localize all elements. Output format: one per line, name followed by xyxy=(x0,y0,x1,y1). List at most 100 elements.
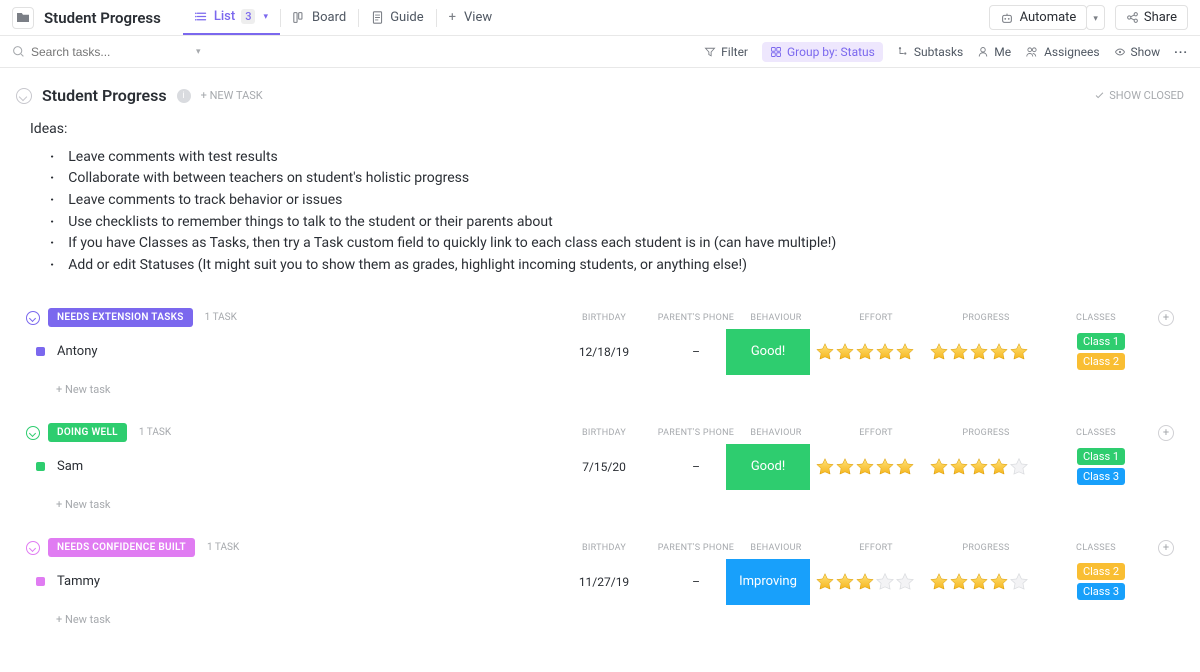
status-square[interactable] xyxy=(36,577,45,586)
person-icon xyxy=(977,46,989,58)
effort-cell[interactable] xyxy=(810,444,920,490)
ideas-item: Leave comments with test results xyxy=(50,147,1184,169)
show-button[interactable]: Show xyxy=(1114,45,1161,59)
assignees-button[interactable]: Assignees xyxy=(1025,45,1099,59)
star-empty-icon xyxy=(875,572,895,592)
tab-board-label: Board xyxy=(312,10,346,25)
automate-button[interactable]: Automate xyxy=(989,5,1088,30)
star-full-icon xyxy=(989,572,1009,592)
collapse-group[interactable] xyxy=(26,541,40,555)
birthday-cell: 12/18/19 xyxy=(564,329,644,375)
star-full-icon xyxy=(969,572,989,592)
class-chip[interactable]: Class 2 xyxy=(1077,353,1125,370)
collapse-list[interactable] xyxy=(16,88,32,104)
filter-button[interactable]: Filter xyxy=(704,45,748,59)
class-chip[interactable]: Class 3 xyxy=(1077,583,1125,600)
task-count: 1 TASK xyxy=(139,427,171,438)
task-name: Sam xyxy=(57,459,83,474)
add-column[interactable]: + xyxy=(1158,310,1174,326)
status-square[interactable] xyxy=(36,347,45,356)
share-button[interactable]: Share xyxy=(1115,5,1188,30)
tab-list-count: 3 xyxy=(241,9,255,24)
ideas-heading: Ideas: xyxy=(30,119,1184,141)
chevron-down-icon[interactable]: ▾ xyxy=(196,47,201,57)
phone-cell: – xyxy=(656,444,736,490)
behaviour-cell[interactable]: Good! xyxy=(726,329,810,375)
star-full-icon xyxy=(969,457,989,477)
new-task-row[interactable]: + New task xyxy=(16,605,1184,626)
search-input[interactable] xyxy=(31,45,141,59)
classes-cell[interactable]: Class 1 Class 2 xyxy=(1046,329,1156,375)
progress-cell[interactable] xyxy=(924,329,1034,375)
star-full-icon xyxy=(835,342,855,362)
tab-board[interactable]: Board xyxy=(281,0,358,35)
status-group: NEEDS CONFIDENCE BUILT 1 TASK BIRTHDAY P… xyxy=(16,537,1184,626)
ideas-item: Add or edit Statuses (It might suit you … xyxy=(50,255,1184,277)
ideas-item: If you have Classes as Tasks, then try a… xyxy=(50,233,1184,255)
birthday-cell: 7/15/20 xyxy=(564,444,644,490)
effort-cell[interactable] xyxy=(810,559,920,605)
tab-list-label: List xyxy=(214,9,235,24)
class-chip[interactable]: Class 1 xyxy=(1077,448,1125,465)
top-bar: Student Progress List 3 ▾ Board Guide + … xyxy=(0,0,1200,36)
class-chip[interactable]: Class 3 xyxy=(1077,468,1125,485)
add-column[interactable]: + xyxy=(1158,540,1174,556)
show-closed[interactable]: SHOW CLOSED xyxy=(1094,89,1184,102)
classes-cell[interactable]: Class 2 Class 3 xyxy=(1046,559,1156,605)
more-button[interactable]: ··· xyxy=(1174,45,1188,59)
page-title: Student Progress xyxy=(44,9,161,27)
collapse-group[interactable] xyxy=(26,426,40,440)
star-full-icon xyxy=(949,572,969,592)
star-full-icon xyxy=(875,342,895,362)
star-full-icon xyxy=(895,342,915,362)
progress-cell[interactable] xyxy=(924,559,1034,605)
collapse-group[interactable] xyxy=(26,311,40,325)
phone-cell: – xyxy=(656,329,736,375)
star-full-icon xyxy=(949,457,969,477)
automate-menu[interactable]: ▾ xyxy=(1086,5,1105,30)
task-row[interactable]: Sam 7/15/20 – Good! Class 1 Class 3 xyxy=(16,444,1184,490)
chevron-down-icon: ▾ xyxy=(263,12,268,22)
task-row[interactable]: Antony 12/18/19 – Good! Class 1Class 2 xyxy=(16,329,1184,375)
class-chip[interactable]: Class 2 xyxy=(1077,563,1125,580)
add-column[interactable]: + xyxy=(1158,425,1174,441)
behaviour-cell[interactable]: Improving xyxy=(726,559,810,605)
info-icon[interactable]: i xyxy=(177,89,191,103)
status-square[interactable] xyxy=(36,462,45,471)
star-empty-icon xyxy=(1009,572,1029,592)
tab-view-add[interactable]: + View xyxy=(437,0,505,35)
new-task-row[interactable]: + New task xyxy=(16,490,1184,511)
behaviour-cell[interactable]: Good! xyxy=(726,444,810,490)
status-pill[interactable]: DOING WELL xyxy=(48,423,127,442)
classes-cell[interactable]: Class 1 Class 3 xyxy=(1046,444,1156,490)
task-row[interactable]: Tammy 11/27/19 – Improving Class 2Class … xyxy=(16,559,1184,605)
star-full-icon xyxy=(989,457,1009,477)
new-task-row[interactable]: + New task xyxy=(16,375,1184,396)
tab-guide-label: Guide xyxy=(390,10,423,25)
tab-guide[interactable]: Guide xyxy=(359,0,435,35)
group-icon xyxy=(770,46,782,58)
star-full-icon xyxy=(895,457,915,477)
star-full-icon xyxy=(929,572,949,592)
status-group: DOING WELL 1 TASK BIRTHDAY PARENT'S PHON… xyxy=(16,422,1184,511)
subtasks-icon xyxy=(897,46,909,58)
star-full-icon xyxy=(969,342,989,362)
ideas-item: Collaborate with between teachers on stu… xyxy=(50,168,1184,190)
progress-cell[interactable] xyxy=(924,444,1034,490)
subtasks-button[interactable]: Subtasks xyxy=(897,45,963,59)
class-chip[interactable]: Class 1 xyxy=(1077,333,1125,350)
star-empty-icon xyxy=(895,572,915,592)
star-full-icon xyxy=(815,572,835,592)
star-full-icon xyxy=(989,342,1009,362)
star-full-icon xyxy=(815,342,835,362)
status-pill[interactable]: NEEDS CONFIDENCE BUILT xyxy=(48,538,195,557)
task-name: Tammy xyxy=(57,574,100,589)
folder-icon[interactable] xyxy=(12,7,34,29)
groupby-button[interactable]: Group by: Status xyxy=(762,42,883,62)
birthday-cell: 11/27/19 xyxy=(564,559,644,605)
status-pill[interactable]: NEEDS EXTENSION TASKS xyxy=(48,308,193,327)
new-task-link[interactable]: + NEW TASK xyxy=(201,89,263,102)
me-button[interactable]: Me xyxy=(977,45,1011,59)
effort-cell[interactable] xyxy=(810,329,920,375)
tab-list[interactable]: List 3 ▾ xyxy=(183,0,280,35)
